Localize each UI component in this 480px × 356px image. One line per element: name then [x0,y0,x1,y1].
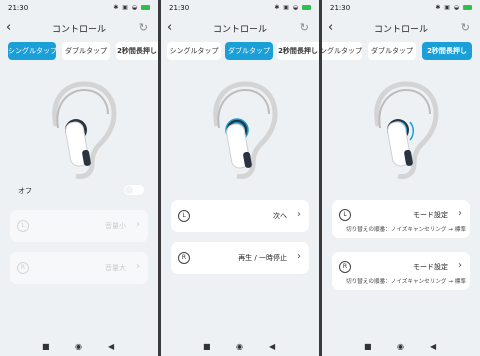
status-bar: 21:30 ✱ ▣ ◒ [322,0,480,18]
right-action-value: モード設定 [413,263,448,271]
toggle-label: オフ [18,187,32,195]
status-time: 21:30 [8,4,29,12]
left-earbud-icon: L [339,209,351,221]
square-icon[interactable]: ■ [364,342,372,351]
right-action-detail: 切り替えの順番：ノイズキャンセリング → 標準 [346,279,466,285]
page-title: コントロール [212,25,267,35]
left-action-value: 音量小 [105,222,126,230]
right-earbud-icon: R [17,262,29,274]
screen-double-tap: 21:30 ✱ ▣ ◒ ‹ コントロール ↻ シングルタップ ダブルタップ 2秒… [161,0,319,356]
tab-long-press[interactable]: 2秒間長押し [422,42,472,60]
right-earbud-card[interactable]: R モード設定 › 切り替えの順番：ノイズキャンセリング → 標準 [332,252,470,290]
status-bar: 21:30 ✱ ▣ ◒ [0,0,158,18]
tab-bar: シングルタップ ダブルタップ 2秒間長押し [161,42,319,62]
screen-single-tap: 21:30 ✱ ▣ ◒ ‹ コントロール ↻ シングルタップ ダブルタップ 2秒… [0,0,158,356]
battery-icon [463,5,472,10]
refresh-icon[interactable]: ↻ [139,21,148,34]
triangle-icon[interactable]: ◀ [430,342,436,351]
left-earbud-card[interactable]: L 音量小 › [10,210,148,242]
left-earbud-icon: L [17,220,29,232]
circle-icon[interactable]: ◉ [397,342,404,351]
tab-bar: シングルタップ ダブルタップ 2秒間長押し [0,42,158,62]
ear-illustration [374,81,439,179]
header: ‹ コントロール ↻ [161,18,319,40]
ear-illustration [52,81,117,179]
tab-single-tap[interactable]: シングルタップ [322,42,362,60]
left-earbud-icon: L [178,210,190,222]
system-nav-bar: ■ ◉ ◀ [161,340,319,356]
function-toggle[interactable] [124,185,144,195]
right-earbud-card[interactable]: R 音量大 › [10,252,148,284]
left-earbud-card[interactable]: L モード設定 › 切り替えの順番：ノイズキャンセリング → 標準 [332,200,470,238]
tab-long-press[interactable]: 2秒間長押し [277,42,319,60]
toggle-knob [125,186,133,194]
tab-double-tap[interactable]: ダブルタップ [62,42,110,60]
screen-long-press: 21:30 ✱ ▣ ◒ ‹ コントロール ↻ シングルタップ ダブルタップ 2秒… [322,0,480,356]
right-earbud-card[interactable]: R 再生 / 一時停止 › [171,242,309,274]
status-bar: 21:30 ✱ ▣ ◒ [161,0,319,18]
square-icon[interactable]: ■ [42,342,50,351]
tab-double-tap[interactable]: ダブルタップ [225,42,273,60]
right-action-value: 再生 / 一時停止 [238,254,287,262]
chevron-right-icon: › [136,219,140,230]
right-earbud-icon: R [178,252,190,264]
chevron-right-icon: › [458,260,462,271]
chevron-right-icon: › [297,209,301,220]
left-earbud-card[interactable]: L 次へ › [171,200,309,232]
chevron-right-icon: › [297,251,301,262]
header: ‹ コントロール ↻ [0,18,158,40]
tab-bar: シングルタップ ダブルタップ 2秒間長押し [322,42,480,62]
chevron-right-icon: › [136,261,140,272]
left-action-detail: 切り替えの順番：ノイズキャンセリング → 標準 [346,227,466,233]
page-title: コントロール [51,25,106,35]
page-title: コントロール [373,25,428,35]
tab-long-press[interactable]: 2秒間長押し [116,42,158,60]
system-nav-bar: ■ ◉ ◀ [322,340,480,356]
refresh-icon[interactable]: ↻ [300,21,309,34]
square-icon[interactable]: ■ [203,342,211,351]
circle-icon[interactable]: ◉ [236,342,243,351]
right-earbud-icon: R [339,261,351,273]
left-action-value: 次へ [273,212,287,220]
circle-icon[interactable]: ◉ [75,342,82,351]
triangle-icon[interactable]: ◀ [108,342,114,351]
tab-double-tap[interactable]: ダブルタップ [368,42,416,60]
right-action-value: 音量大 [105,264,126,272]
chevron-right-icon: › [458,208,462,219]
left-action-value: モード設定 [413,211,448,219]
battery-icon [302,5,311,10]
status-icons: ✱ ▣ ◒ [113,4,150,11]
ear-illustration [213,81,278,179]
status-time: 21:30 [330,4,351,12]
function-toggle-row: オフ [10,184,148,198]
header: ‹ コントロール ↻ [322,18,480,40]
status-icons: ✱ ▣ ◒ [435,4,472,11]
battery-icon [141,5,150,10]
tab-single-tap[interactable]: シングルタップ [167,42,221,60]
status-icons: ✱ ▣ ◒ [274,4,311,11]
refresh-icon[interactable]: ↻ [461,21,470,34]
system-nav-bar: ■ ◉ ◀ [0,340,158,356]
triangle-icon[interactable]: ◀ [269,342,275,351]
tab-single-tap[interactable]: シングルタップ [8,42,56,60]
status-time: 21:30 [169,4,190,12]
